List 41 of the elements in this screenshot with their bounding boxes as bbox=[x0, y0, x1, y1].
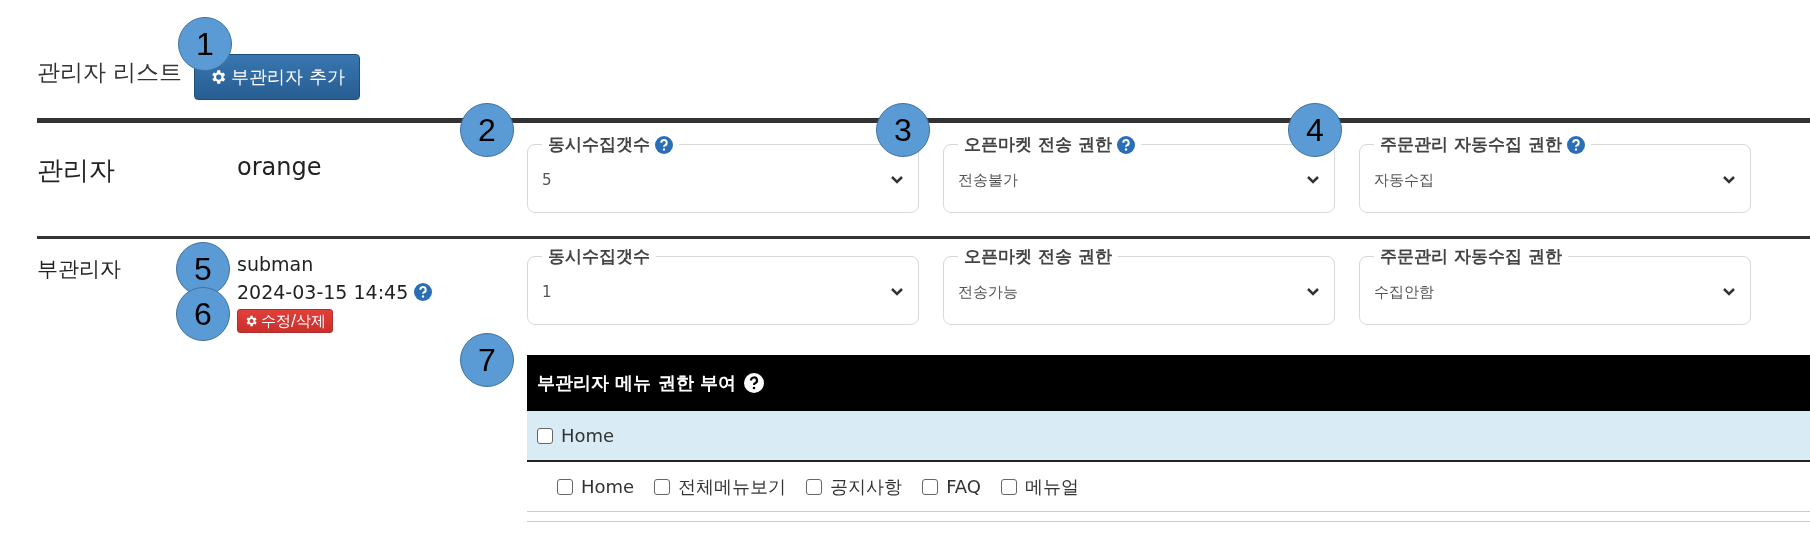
checkbox[interactable]: 전체메뉴보기 bbox=[654, 474, 787, 499]
help-icon[interactable] bbox=[743, 373, 764, 393]
checkbox[interactable]: 공지사항 bbox=[806, 474, 903, 499]
menu-permission-title: 부관리자 메뉴 권한 부여 bbox=[537, 371, 736, 395]
field-value: 수집안함 bbox=[1374, 282, 1434, 302]
field-value: 전송가능 bbox=[958, 282, 1018, 302]
checkbox[interactable]: Home bbox=[537, 425, 615, 446]
admin-name: orange bbox=[237, 153, 322, 181]
field-label: 오픈마켓 전송 권한 bbox=[958, 133, 1141, 156]
gear-icon bbox=[244, 314, 258, 328]
add-sub-admin-button[interactable]: 부관리자 추가 bbox=[194, 54, 361, 100]
callout-number: 7 bbox=[460, 333, 514, 387]
sub-admin-name: subman bbox=[237, 253, 314, 275]
role-label: 부관리자 bbox=[37, 256, 121, 283]
chevron-down-icon bbox=[1722, 175, 1736, 185]
checkbox[interactable]: 메뉴얼 bbox=[1001, 474, 1080, 499]
created-date: 2024-03-15 14:45 bbox=[237, 281, 409, 303]
chevron-down-icon bbox=[1722, 287, 1736, 297]
select-field[interactable]: 주문관리 자동수집 권한 자동수집 bbox=[1359, 133, 1751, 213]
role-label: 관리자 bbox=[37, 154, 115, 187]
checkbox[interactable]: FAQ bbox=[922, 476, 982, 497]
checkbox[interactable]: Home bbox=[557, 476, 635, 497]
edit-delete-button[interactable]: 수정/삭제 bbox=[237, 309, 334, 333]
chevron-down-icon bbox=[1306, 287, 1320, 297]
field-label: 동시수집갯수 bbox=[542, 133, 679, 156]
field-label: 주문관리 자동수집 권한 bbox=[1374, 133, 1591, 156]
field-value: 5 bbox=[542, 171, 552, 189]
callout-number: 6 bbox=[176, 287, 230, 341]
callout-number: 1 bbox=[178, 17, 232, 71]
chevron-down-icon bbox=[890, 287, 904, 297]
field-value: 전송불가 bbox=[958, 170, 1018, 190]
callout-number: 2 bbox=[460, 103, 514, 157]
callout-number: 4 bbox=[1288, 103, 1342, 157]
field-value: 자동수집 bbox=[1374, 170, 1434, 190]
field-label: 동시수집갯수 bbox=[547, 245, 651, 268]
chevron-down-icon bbox=[1306, 175, 1320, 185]
field-label: 주문관리 자동수집 권한 bbox=[1379, 245, 1563, 268]
field-value: 1 bbox=[542, 283, 552, 301]
field-label: 오픈마켓 전송 권한 bbox=[963, 245, 1113, 268]
chevron-down-icon bbox=[890, 175, 904, 185]
callout-number: 3 bbox=[876, 103, 930, 157]
